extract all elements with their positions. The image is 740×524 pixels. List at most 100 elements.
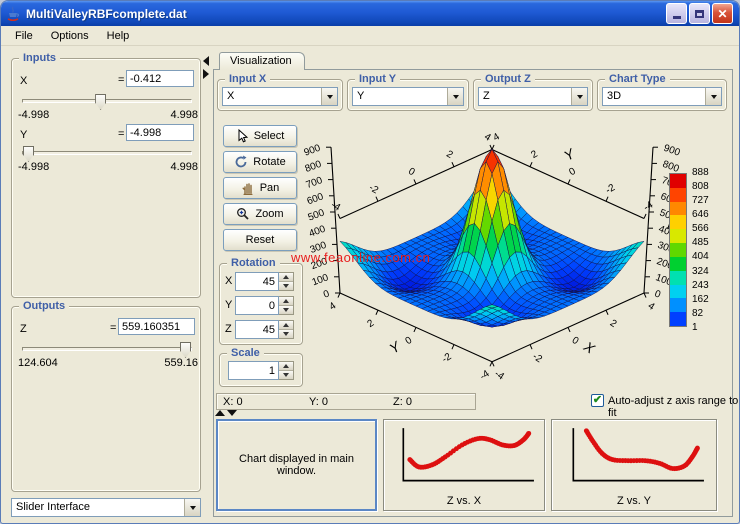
z-output-slider-thumb[interactable]: [180, 342, 191, 358]
equals-sign: =: [118, 128, 124, 140]
svg-text:-2: -2: [604, 182, 618, 196]
arrow-up-icon: [283, 323, 289, 327]
scale-group: Scale: [219, 353, 303, 387]
menu-help[interactable]: Help: [99, 28, 138, 44]
horizontal-splitter[interactable]: [215, 410, 245, 418]
rotation-z-spinner[interactable]: [235, 320, 294, 339]
input-y-select[interactable]: Y: [352, 87, 464, 106]
svg-text:2: 2: [529, 148, 540, 161]
vertical-splitter[interactable]: [203, 56, 212, 86]
legend-tick: 485: [692, 237, 709, 248]
chevron-down-icon: [711, 95, 717, 99]
spin-up-button[interactable]: [279, 362, 293, 371]
z-vs-y-mini-chart: [555, 422, 713, 494]
spin-up-button[interactable]: [279, 297, 293, 306]
titlebar[interactable]: MultiValleyRBFcomplete.dat ✕: [1, 1, 739, 26]
svg-text:0: 0: [570, 335, 581, 347]
input-x-select-value: X: [223, 88, 321, 105]
spin-up-button[interactable]: [279, 321, 293, 330]
input-y-select-value: Y: [353, 88, 447, 105]
scale-spinner[interactable]: [228, 361, 294, 380]
maximize-icon: [695, 10, 704, 18]
rotate-button[interactable]: Rotate: [223, 151, 297, 173]
status-x: X: 0: [223, 396, 243, 408]
svg-text:800: 800: [304, 159, 324, 175]
svg-text:-2: -2: [367, 182, 381, 196]
rotation-y-field[interactable]: [235, 296, 279, 315]
app-window: MultiValleyRBFcomplete.dat ✕ File Option…: [0, 0, 740, 524]
output-z-select[interactable]: Z: [478, 87, 588, 106]
z-output-field[interactable]: [118, 318, 195, 335]
output-z-group: Output Z Z: [473, 79, 593, 111]
input-y-group-title: Input Y: [355, 72, 400, 87]
splitter-collapse-down-icon[interactable]: [227, 410, 237, 416]
y-slider[interactable]: [22, 151, 192, 155]
close-button[interactable]: ✕: [712, 3, 733, 24]
legend-tick: 566: [692, 223, 709, 234]
thumbnail-main-chart-label: Chart displayed in main window.: [218, 453, 375, 477]
spin-down-button[interactable]: [279, 306, 293, 314]
svg-text:4: 4: [646, 301, 657, 313]
zoom-button[interactable]: Zoom: [223, 203, 297, 225]
svg-text:700: 700: [305, 175, 325, 191]
close-icon: ✕: [717, 8, 727, 20]
rotation-x-field[interactable]: [235, 272, 279, 291]
arrow-up-icon: [283, 275, 289, 279]
spin-up-button[interactable]: [279, 273, 293, 282]
arrow-down-icon: [283, 308, 289, 312]
x-value-field[interactable]: [126, 70, 194, 87]
thumbnail-z-vs-x[interactable]: Z vs. X: [383, 419, 545, 511]
reset-button[interactable]: Reset: [223, 229, 297, 251]
spin-down-button[interactable]: [279, 330, 293, 338]
svg-text:100: 100: [311, 272, 331, 288]
x-slider-min: -4.998: [18, 109, 49, 121]
chart-type-select[interactable]: 3D: [602, 87, 722, 106]
svg-text:4: 4: [328, 300, 339, 312]
svg-text:0: 0: [653, 288, 662, 300]
z-output-slider[interactable]: [22, 347, 192, 351]
spin-down-button[interactable]: [279, 371, 293, 379]
splitter-collapse-up-icon[interactable]: [215, 410, 225, 416]
output-z-select-button[interactable]: [571, 88, 587, 105]
pan-button[interactable]: Pan: [223, 177, 297, 199]
input-x-select[interactable]: X: [222, 87, 338, 106]
cursor-icon: [236, 129, 249, 143]
tab-visualization[interactable]: Visualization: [219, 52, 305, 70]
rotation-x-spinner[interactable]: [235, 272, 294, 291]
input-y-select-button[interactable]: [447, 88, 463, 105]
scale-group-title: Scale: [227, 346, 264, 361]
rotation-z-field[interactable]: [235, 320, 279, 339]
spin-down-button[interactable]: [279, 282, 293, 290]
thumbnail-z-vs-y[interactable]: Z vs. Y: [551, 419, 717, 511]
maximize-button[interactable]: [689, 3, 710, 24]
rotation-y-spinner[interactable]: [235, 296, 294, 315]
chart-type-select-button[interactable]: [705, 88, 721, 105]
thumbnail-main-chart[interactable]: Chart displayed in main window.: [216, 419, 377, 511]
x-slider-label: X: [20, 75, 27, 87]
chart-type-select-value: 3D: [603, 88, 705, 105]
minimize-button[interactable]: [666, 3, 687, 24]
scale-field[interactable]: [228, 361, 279, 380]
x-slider-thumb[interactable]: [95, 94, 106, 110]
svg-text:4: 4: [491, 131, 502, 144]
interface-select[interactable]: Slider Interface: [11, 498, 201, 517]
splitter-collapse-right-icon[interactable]: [203, 69, 209, 79]
z-output-max: 559.16: [164, 357, 198, 369]
splitter-collapse-left-icon[interactable]: [203, 56, 209, 66]
y-slider-thumb[interactable]: [23, 146, 34, 162]
svg-text:400: 400: [308, 224, 328, 240]
menu-file[interactable]: File: [7, 28, 41, 44]
svg-text:2: 2: [444, 149, 455, 162]
input-x-select-button[interactable]: [321, 88, 337, 105]
y-value-field[interactable]: [126, 124, 194, 141]
x-slider[interactable]: [22, 99, 192, 103]
svg-text:900: 900: [303, 143, 323, 159]
select-button[interactable]: Select: [223, 125, 297, 147]
menu-options[interactable]: Options: [43, 28, 97, 44]
interface-select-button[interactable]: [184, 499, 200, 516]
svg-text:0: 0: [567, 166, 578, 179]
pan-button-label: Pan: [260, 182, 280, 194]
y-slider-label: Y: [20, 129, 27, 141]
svg-text:2: 2: [366, 317, 377, 329]
rotate-icon: [234, 155, 248, 169]
